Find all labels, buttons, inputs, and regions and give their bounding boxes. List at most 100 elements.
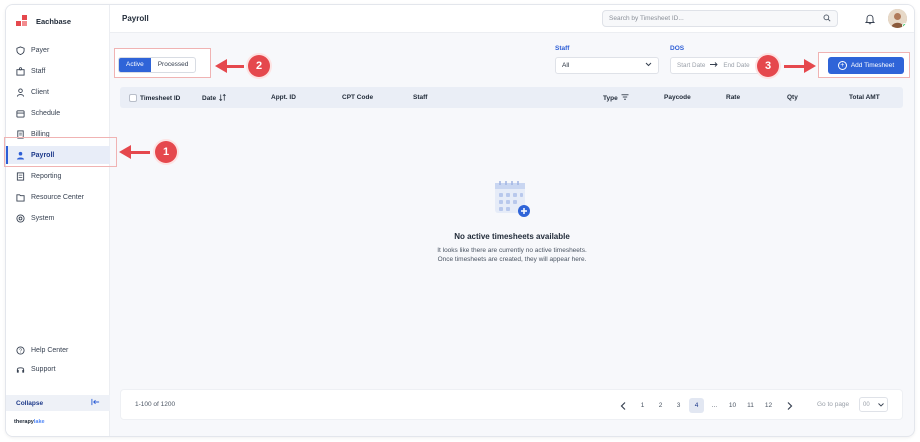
- bell-icon[interactable]: [864, 12, 876, 25]
- sidebar-item-label: Payer: [31, 46, 50, 54]
- page-4-current[interactable]: 4: [689, 398, 704, 413]
- annotation-arrow-2: [224, 65, 244, 68]
- page-2[interactable]: 2: [653, 398, 668, 413]
- online-status-dot: [902, 23, 907, 28]
- column-type[interactable]: Type: [603, 94, 629, 102]
- brand-name: Eachbase: [36, 16, 72, 26]
- page-11[interactable]: 11: [743, 398, 758, 413]
- page-title: Payroll: [122, 14, 149, 23]
- select-all-checkbox[interactable]: [129, 94, 137, 102]
- end-date-input[interactable]: End Date: [723, 62, 749, 69]
- goto-page-select[interactable]: 00: [859, 397, 888, 412]
- help-center-label: Help Center: [31, 346, 69, 354]
- report-icon: [16, 171, 25, 181]
- arrow-right-head-3: [804, 59, 816, 73]
- sort-icon[interactable]: [219, 93, 226, 103]
- page-10[interactable]: 10: [725, 398, 740, 413]
- empty-state-line-2: Once timesheets are created, they will a…: [437, 256, 587, 263]
- top-bar: Payroll Search by Timesheet ID...: [110, 5, 914, 33]
- sidebar-item-resource-center[interactable]: Resource Center: [6, 188, 110, 206]
- goto-label: Go to page: [817, 401, 850, 408]
- column-appt-id: Appt. ID: [271, 94, 296, 101]
- callout-3: 3: [757, 55, 779, 77]
- sidebar-item-label: Staff: [31, 67, 46, 75]
- column-staff: Staff: [413, 94, 428, 101]
- search-placeholder: Search by Timesheet ID...: [609, 15, 684, 22]
- sidebar-item-label: Resource Center: [31, 193, 84, 201]
- tab-active[interactable]: Active: [119, 58, 151, 72]
- dos-date-range[interactable]: Start Date End Date: [670, 57, 762, 74]
- folder-icon: [16, 193, 25, 202]
- status-toggle[interactable]: Active Processed: [118, 57, 197, 73]
- sidebar-item-system[interactable]: System: [6, 209, 110, 227]
- column-date[interactable]: Date: [202, 93, 226, 103]
- sidebar-item-schedule[interactable]: Schedule: [6, 104, 110, 122]
- sidebar-item-reporting[interactable]: Reporting: [6, 167, 110, 185]
- callout-2: 2: [248, 55, 270, 77]
- dos-filter-label: DOS: [670, 45, 685, 52]
- arrow-right-icon: [710, 62, 718, 69]
- page-12[interactable]: 12: [761, 398, 776, 413]
- collapse-arrow-icon: [91, 398, 100, 408]
- table-header: Timesheet ID Date Appt. ID CPT Code Staf…: [120, 87, 903, 108]
- pagination-bar: 1-100 of 1200 1 2 3 4 ... 10 11 12 Go to…: [120, 389, 903, 420]
- filter-icon[interactable]: [621, 94, 629, 102]
- sidebar-item-label: Client: [31, 88, 49, 96]
- headset-icon: [16, 365, 25, 374]
- sidebar-item-label: System: [31, 214, 55, 222]
- start-date-input[interactable]: Start Date: [677, 62, 705, 69]
- column-total-amt: Total AMT: [849, 94, 880, 101]
- calendar-icon: [16, 109, 25, 118]
- prev-page-icon[interactable]: [615, 398, 630, 413]
- sidebar-item-label: Schedule: [31, 109, 61, 117]
- add-timesheet-label: Add Timesheet: [850, 62, 895, 69]
- therapylake-logo: therapylake: [14, 419, 45, 425]
- sidebar-item-staff[interactable]: Staff: [6, 62, 110, 80]
- svg-text:?: ?: [19, 348, 22, 354]
- staff-select-value: All: [562, 62, 570, 69]
- brand[interactable]: Eachbase: [16, 13, 71, 29]
- sidebar-item-payer[interactable]: Payer: [6, 41, 110, 59]
- arrow-left-head-1: [119, 145, 131, 159]
- tab-processed[interactable]: Processed: [151, 58, 196, 72]
- system-icon: [16, 213, 25, 223]
- sidebar-item-client[interactable]: Client: [6, 83, 110, 101]
- empty-calendar-icon: [492, 179, 532, 219]
- staff-filter-label: Staff: [555, 45, 570, 52]
- help-center-link[interactable]: ? Help Center: [6, 341, 110, 359]
- search-icon[interactable]: [823, 14, 831, 24]
- support-link[interactable]: Support: [6, 360, 110, 378]
- empty-state-title: No active timesheets available: [454, 232, 570, 241]
- page-ellipsis: ...: [711, 402, 718, 409]
- column-rate: Rate: [726, 94, 741, 101]
- callout-1: 1: [155, 141, 177, 163]
- sidebar: Eachbase Payer Staff Client Schedule Bil…: [6, 5, 110, 436]
- arrow-left-head-2: [215, 59, 227, 73]
- annotation-arrow-1: [128, 151, 150, 154]
- sidebar-item-label: Reporting: [31, 172, 62, 180]
- support-label: Support: [31, 365, 56, 373]
- add-timesheet-button[interactable]: + Add Timesheet: [828, 57, 904, 74]
- staff-select[interactable]: All: [555, 57, 659, 74]
- collapse-label: Collapse: [16, 399, 44, 407]
- page-3[interactable]: 3: [671, 398, 686, 413]
- avatar[interactable]: [888, 9, 907, 28]
- search-input[interactable]: Search by Timesheet ID...: [602, 10, 838, 27]
- shield-icon: [16, 45, 25, 55]
- empty-state-line-1: It looks like there are currently no act…: [437, 247, 587, 254]
- help-icon: ?: [16, 345, 25, 355]
- column-paycode: Paycode: [664, 94, 691, 101]
- page-1[interactable]: 1: [635, 398, 650, 413]
- staff-icon: [16, 66, 25, 76]
- chevron-down-icon: [645, 62, 652, 69]
- plus-circle-icon: +: [837, 61, 847, 70]
- eachbase-logo: [16, 15, 28, 27]
- next-page-icon[interactable]: [782, 398, 797, 413]
- collapse-button[interactable]: Collapse: [6, 395, 110, 411]
- column-qty: Qty: [787, 94, 798, 101]
- pagination-range: 1-100 of 1200: [135, 401, 176, 408]
- annotation-box-payroll: [4, 137, 117, 167]
- column-cpt-code: CPT Code: [342, 94, 374, 101]
- client-icon: [16, 87, 25, 97]
- annotation-arrow-3: [784, 65, 806, 68]
